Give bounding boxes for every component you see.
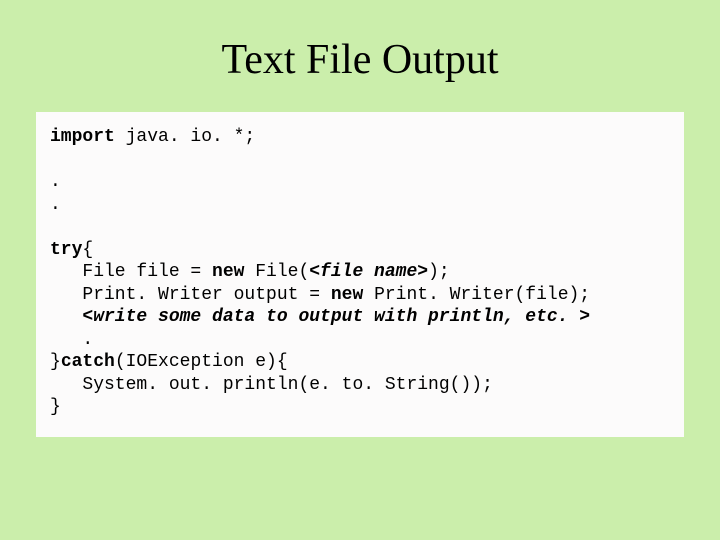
code-text: Print. Writer(file); [363, 285, 590, 305]
code-text: (IOException e){ [115, 352, 288, 372]
code-text: System. out. println(e. to. String()); [50, 375, 493, 395]
code-text: File( [244, 262, 309, 282]
slide-title: Text File Output [0, 0, 720, 112]
slide: Text File Output import java. io. *; . .… [0, 0, 720, 540]
code-text: . [50, 330, 93, 350]
code-text: Print. Writer output = [50, 285, 331, 305]
code-text: File file = [50, 262, 212, 282]
code-text: } [50, 352, 61, 372]
kw-catch: catch [61, 352, 115, 372]
placeholder-write: <write some data to output with println,… [50, 307, 590, 327]
code-text: } [50, 397, 61, 417]
code-block: import java. io. *; . . try{ File file =… [36, 112, 684, 437]
placeholder-filename: <file name> [309, 262, 428, 282]
code-text: ); [428, 262, 450, 282]
kw-try: try [50, 240, 82, 260]
code-text: java. io. *; [115, 127, 255, 147]
kw-new: new [212, 262, 244, 282]
code-text: { [82, 240, 93, 260]
kw-import: import [50, 127, 115, 147]
kw-new: new [331, 285, 363, 305]
